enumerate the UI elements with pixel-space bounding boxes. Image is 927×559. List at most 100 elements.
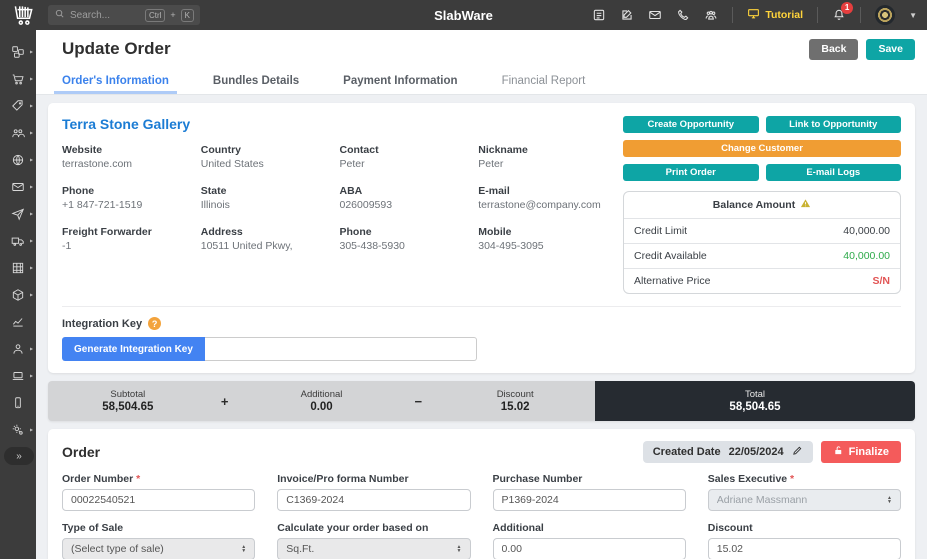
print-order-button[interactable]: Print Order: [623, 164, 759, 181]
tutorial-button[interactable]: Tutorial: [747, 7, 803, 23]
sidebar-item-tags[interactable]: [0, 92, 36, 119]
credit-limit-value: 40,000.00: [843, 225, 890, 237]
total-segment: Total58,504.65: [595, 381, 915, 421]
customer-field: Phone305-438-5930: [340, 226, 469, 252]
notifications-bell-icon[interactable]: 1: [832, 8, 846, 22]
link-to-opportunity-button[interactable]: Link to Opportunity: [766, 116, 902, 133]
additional-value: 0.00: [310, 401, 332, 413]
k-keycap: K: [181, 9, 194, 22]
sidebar-item-customers[interactable]: [0, 119, 36, 146]
sidebar-item-mail[interactable]: [0, 173, 36, 200]
orders-form-icon[interactable]: [592, 8, 606, 22]
additional-segment: Additional0.00: [242, 381, 402, 421]
balance-amount-box: Balance Amount Credit Limit40,000.00 Cre…: [623, 191, 901, 294]
type-of-sale-select[interactable]: (Select type of sale)▲▼: [62, 538, 255, 559]
generate-integration-key-button[interactable]: Generate Integration Key: [62, 337, 205, 361]
sidebar-item-slabs[interactable]: [0, 38, 36, 65]
sidebar-item-truck[interactable]: [0, 227, 36, 254]
order-form: Order Number Invoice/Pro forma Number Pu…: [62, 473, 901, 559]
sidebar-item-chart[interactable]: [0, 308, 36, 335]
totals-bar: Subtotal58,504.65 + Additional0.00 − Dis…: [48, 381, 915, 421]
order-card: Order Created Date 22/05/2024 Finalize O…: [48, 429, 915, 559]
tab-payment-information[interactable]: Payment Information: [343, 68, 457, 94]
order-number-input[interactable]: [62, 489, 255, 511]
select-arrows-icon: ▲▼: [887, 496, 892, 504]
page-title: Update Order: [62, 39, 171, 59]
help-icon[interactable]: ?: [148, 317, 161, 330]
sidebar-expand-button[interactable]: »: [4, 447, 34, 465]
compose-icon[interactable]: [620, 8, 634, 22]
avatar[interactable]: [875, 5, 895, 25]
tutorial-monitor-icon: [747, 7, 760, 23]
sidebar-item-send[interactable]: [0, 200, 36, 227]
calc-order-based-on-select[interactable]: Sq.Ft.▲▼: [277, 538, 470, 559]
tab-bundles-details[interactable]: Bundles Details: [213, 68, 299, 94]
total-value: 58,504.65: [729, 401, 780, 413]
sidebar-item-settings[interactable]: [0, 416, 36, 443]
divider: [62, 306, 901, 307]
tutorial-label: Tutorial: [765, 9, 803, 21]
ctrl-keycap: Ctrl: [145, 9, 165, 22]
select-arrows-icon: ▲▼: [241, 545, 246, 553]
caret-down-icon[interactable]: ▼: [909, 11, 917, 20]
invoice-number-input[interactable]: [277, 489, 470, 511]
customer-name[interactable]: Terra Stone Gallery: [62, 116, 607, 132]
main-content: Update Order Back Save Order's Informati…: [36, 30, 927, 559]
select-arrows-icon: ▲▼: [457, 545, 462, 553]
customer-field: CountryUnited States: [201, 144, 330, 170]
phone-icon[interactable]: [676, 8, 690, 22]
customer-details-grid: Websiteterrastone.com CountryUnited Stat…: [62, 144, 607, 252]
subtotal-value: 58,504.65: [102, 401, 153, 413]
discount-value: 15.02: [501, 401, 530, 413]
plus-operator: +: [208, 381, 242, 421]
plus-sign: +: [170, 10, 175, 20]
additional-input[interactable]: [493, 538, 686, 559]
search-input[interactable]: Search... Ctrl + K: [48, 5, 200, 25]
search-icon: [54, 8, 65, 22]
save-button[interactable]: Save: [866, 39, 915, 60]
purchase-number-input[interactable]: [493, 489, 686, 511]
sidebar-item-globe[interactable]: [0, 146, 36, 173]
created-date-value: 22/05/2024: [729, 446, 784, 458]
subtotal-segment: Subtotal58,504.65: [48, 381, 208, 421]
discount-input[interactable]: [708, 538, 901, 559]
notification-badge: 1: [841, 2, 853, 14]
top-navbar: Search... Ctrl + K SlabWare Tutorial 1 ▼: [0, 0, 927, 30]
finalize-label: Finalize: [849, 446, 889, 458]
tab-financial-report[interactable]: Financial Report: [502, 68, 586, 94]
created-date-pill[interactable]: Created Date 22/05/2024: [643, 441, 813, 463]
created-date-label: Created Date: [653, 446, 721, 458]
create-opportunity-button[interactable]: Create Opportunity: [623, 116, 759, 133]
sidebar-item-package[interactable]: [0, 281, 36, 308]
sales-executive-select[interactable]: Adriane Massmann▲▼: [708, 489, 901, 511]
customer-field: Freight Forwarder-1: [62, 226, 191, 252]
customer-field: Phone+1 847-721-1519: [62, 185, 191, 211]
finalize-button[interactable]: Finalize: [821, 441, 901, 463]
divider: [860, 7, 861, 23]
sidebar-item-cart[interactable]: [0, 65, 36, 92]
discount-segment: Discount15.02: [435, 381, 595, 421]
slabware-cart-logo[interactable]: [10, 3, 36, 27]
left-sidebar: »: [0, 30, 36, 559]
sidebar-item-user[interactable]: [0, 335, 36, 362]
mail-icon[interactable]: [648, 8, 662, 22]
tab-orders-information[interactable]: Order's Information: [62, 68, 169, 94]
warning-icon: [800, 198, 811, 212]
contacts-icon[interactable]: [704, 8, 718, 22]
back-button[interactable]: Back: [809, 39, 858, 60]
sidebar-item-laptop[interactable]: [0, 362, 36, 389]
email-logs-button[interactable]: E-mail Logs: [766, 164, 902, 181]
integration-key-label: Integration Key: [62, 318, 142, 330]
integration-key-input[interactable]: [205, 337, 477, 361]
order-section-title: Order: [62, 444, 100, 460]
customer-field: Websiteterrastone.com: [62, 144, 191, 170]
balance-row: Credit Available40,000.00: [624, 243, 900, 268]
balance-title: Balance Amount: [713, 199, 795, 211]
alternative-price-value: S/N: [872, 275, 890, 287]
pencil-icon[interactable]: [792, 445, 803, 459]
change-customer-button[interactable]: Change Customer: [623, 140, 901, 157]
credit-available-value: 40,000.00: [843, 250, 890, 262]
balance-row: Credit Limit40,000.00: [624, 218, 900, 243]
sidebar-item-grid[interactable]: [0, 254, 36, 281]
sidebar-item-mobile[interactable]: [0, 389, 36, 416]
